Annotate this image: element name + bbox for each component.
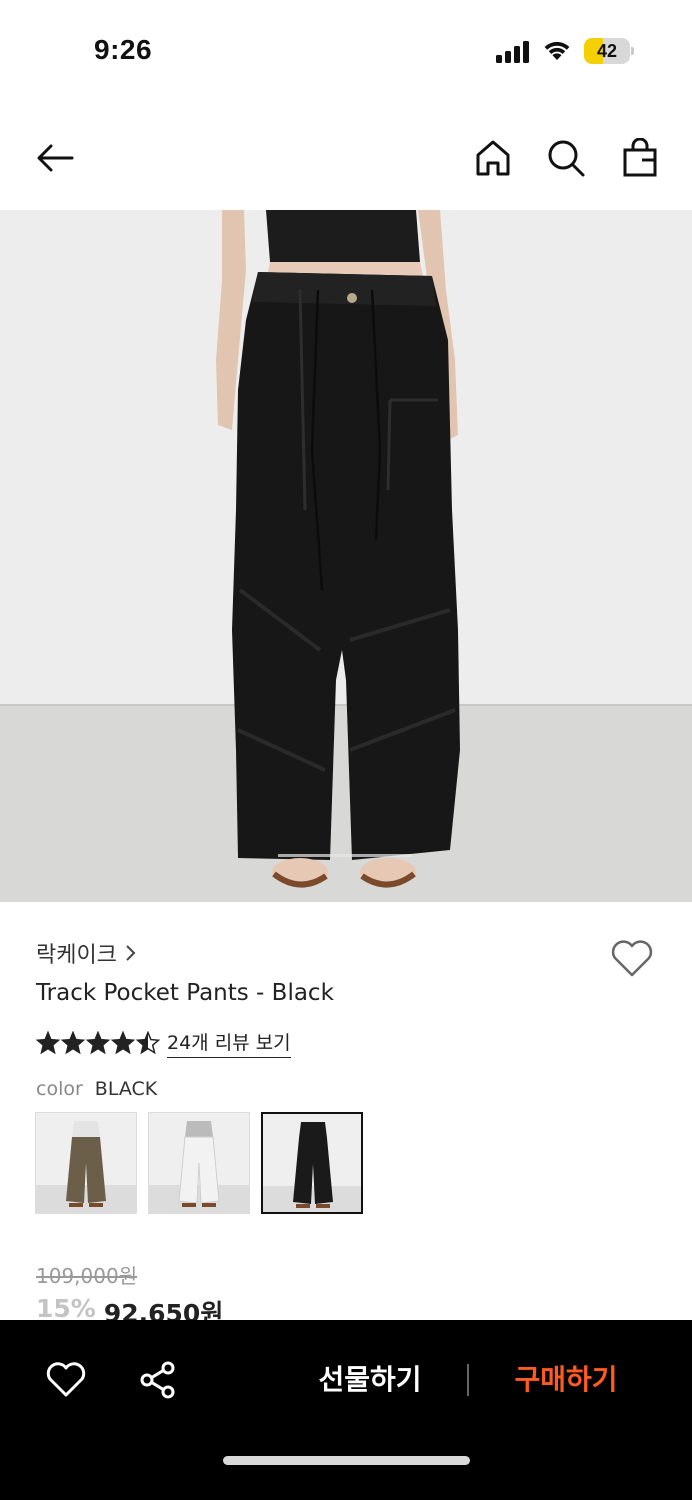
home-icon[interactable] [473,138,513,178]
color-swatches [35,1112,363,1214]
product-title: Track Pocket Pants - Black [36,980,334,1006]
rating-row: 24개 리뷰 보기 [36,1028,291,1058]
heart-icon[interactable] [610,938,654,978]
star-rating [36,1031,161,1055]
product-image[interactable] [0,210,692,902]
buy-button[interactable]: 구매하기 [496,1356,636,1404]
battery-indicator: 42 [584,38,634,64]
star-full-icon [36,1031,60,1055]
original-price: 109,000원 [36,1264,138,1288]
gift-button[interactable]: 선물하기 [300,1356,440,1404]
search-icon[interactable] [546,138,586,178]
color-swatch-black[interactable] [261,1112,363,1214]
star-full-icon [61,1031,85,1055]
wifi-icon [544,41,570,60]
reviews-link[interactable]: 24개 리뷰 보기 [167,1028,291,1058]
color-row: color BLACK [36,1078,157,1100]
home-indicator [223,1456,470,1465]
top-nav-bar [0,120,692,196]
star-full-icon [111,1031,135,1055]
back-arrow-icon[interactable] [34,138,74,178]
heart-icon[interactable] [46,1360,86,1400]
cellular-signal-icon [496,41,529,63]
color-value: BLACK [94,1078,158,1100]
brand-name: 락케이크 [36,943,117,968]
star-half-icon [136,1031,160,1055]
status-time: 9:26 [94,34,153,65]
status-bar: 9:26 42 [0,0,692,100]
shopping-bag-icon[interactable] [620,138,660,178]
star-full-icon [86,1031,110,1055]
chevron-right-icon [126,945,136,961]
color-swatch-white[interactable] [148,1112,250,1214]
color-label: color [36,1078,83,1100]
bottom-action-bar: 선물하기 구매하기 [0,1320,692,1500]
share-icon[interactable] [138,1360,178,1400]
brand-link[interactable]: 락케이크 [36,938,137,968]
divider [467,1364,469,1396]
color-swatch-khaki[interactable] [35,1112,137,1214]
battery-level: 42 [596,41,618,61]
